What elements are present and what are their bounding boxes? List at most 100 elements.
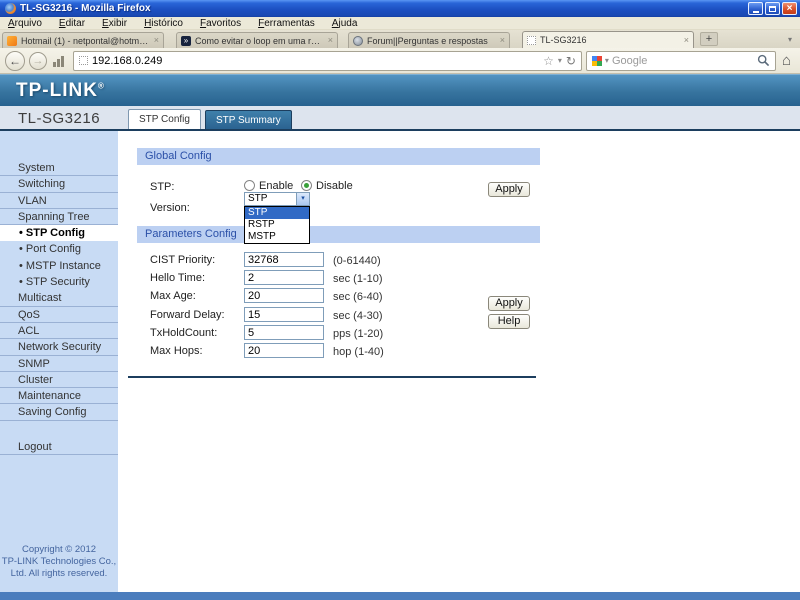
page-tabs: STP Config STP Summary (128, 109, 292, 129)
history-bars-icon[interactable] (53, 55, 67, 67)
globe-icon (353, 35, 363, 46)
forum-arrows-icon: » (181, 35, 191, 46)
url-input[interactable] (92, 54, 540, 67)
tab-title: Forum||Perguntas e respostas (367, 35, 488, 46)
blank-favicon-icon (527, 35, 536, 45)
max-age-input[interactable] (244, 288, 324, 303)
sidebar-item-cluster[interactable]: Cluster (0, 372, 118, 389)
menu-favoritos[interactable]: Favoritos (200, 18, 241, 29)
help-button[interactable]: Help (488, 314, 530, 329)
close-button[interactable]: × (782, 2, 797, 15)
url-bar[interactable]: ☆ ▾ ↻ (73, 50, 582, 71)
forward-button[interactable]: → (29, 51, 47, 70)
home-icon[interactable]: ⌂ (782, 53, 791, 68)
device-model: TL-SG3216 (18, 110, 101, 127)
restore-icon (769, 5, 776, 12)
sidebar-item-logout[interactable]: Logout (0, 439, 118, 456)
search-bar[interactable]: ▾ (585, 50, 776, 71)
sidebar-item-system[interactable]: System (0, 160, 118, 177)
version-option-rstp[interactable]: RSTP (245, 219, 309, 231)
google-search-engine-icon[interactable] (591, 55, 602, 66)
cist-priority-hint: (0-61440) (333, 255, 381, 267)
browser-tab-forum[interactable]: Forum||Perguntas e respostas × (348, 32, 510, 48)
tab-close-icon[interactable]: × (154, 36, 159, 45)
tab-stp-summary[interactable]: STP Summary (204, 110, 292, 129)
sidebar-item-saving-config[interactable]: Saving Config (0, 404, 118, 421)
tab-close-icon[interactable]: × (684, 35, 689, 45)
sidebar-item-spanning-tree[interactable]: Spanning Tree (0, 209, 118, 226)
max-hops-hint: hop (1-40) (333, 346, 384, 358)
site-favicon-placeholder-icon (79, 56, 88, 65)
hello-time-input[interactable] (244, 270, 324, 285)
tab-stp-config[interactable]: STP Config (128, 109, 201, 129)
browser-tab-hotmail[interactable]: Hotmail (1) - netpontal@hotmail.com × (2, 32, 164, 48)
forward-delay-input[interactable] (244, 307, 324, 322)
stp-label: STP: (150, 181, 175, 193)
sidebar-item-switching[interactable]: Switching (0, 176, 118, 193)
minimize-icon (752, 10, 759, 13)
txholdcount-hint: pps (1-20) (333, 328, 384, 340)
sidebar-menu: System Switching VLAN Spanning Tree STP … (0, 160, 118, 456)
navigation-toolbar: ← → ☆ ▾ ↻ ▾ ⌂ (0, 48, 800, 74)
browser-tab-active[interactable]: TL-SG3216 × (522, 31, 694, 48)
firefox-window: TL-SG3216 - Mozilla Firefox × Arquivo Ed… (0, 0, 800, 600)
sidebar-item-stp-config[interactable]: STP Config (0, 225, 118, 242)
sidebar-item-maintenance[interactable]: Maintenance (0, 388, 118, 405)
cist-priority-input[interactable] (244, 252, 324, 267)
parameters-config-header: Parameters Config (137, 226, 540, 243)
txholdcount-label: TxHoldCount: (150, 327, 218, 339)
version-option-mstp[interactable]: MSTP (245, 231, 309, 243)
version-select[interactable]: STP ▾ (244, 192, 310, 206)
tab-close-icon[interactable]: × (328, 36, 333, 45)
sidebar-item-network-security[interactable]: Network Security (0, 339, 118, 356)
list-all-tabs-icon[interactable]: ▾ (788, 35, 792, 44)
bookmark-star-icon[interactable]: ☆ (543, 55, 554, 67)
menu-ferramentas[interactable]: Ferramentas (258, 18, 315, 29)
search-input[interactable] (611, 54, 754, 67)
max-age-label: Max Age: (150, 290, 196, 302)
global-apply-button[interactable]: Apply (488, 182, 530, 197)
hello-time-label: Hello Time: (150, 272, 206, 284)
menu-exibir[interactable]: Exibir (102, 18, 127, 29)
registered-mark: ® (97, 81, 105, 91)
sidebar-item-acl[interactable]: ACL (0, 323, 118, 340)
sidebar-item-stp-security[interactable]: STP Security (0, 274, 118, 290)
bottom-bar (0, 592, 800, 600)
menu-ajuda[interactable]: Ajuda (332, 18, 358, 29)
new-tab-button[interactable]: + (700, 32, 718, 46)
sidebar-item-snmp[interactable]: SNMP (0, 356, 118, 372)
stp-enable-radio[interactable] (244, 180, 255, 191)
version-option-stp[interactable]: STP (245, 207, 309, 219)
sidebar-item-multicast[interactable]: Multicast (0, 290, 118, 307)
select-arrow-icon[interactable]: ▾ (296, 193, 309, 205)
tab-title: Como evitar o loop em uma rede cabead... (195, 35, 324, 46)
sidebar-item-vlan[interactable]: VLAN (0, 193, 118, 209)
browser-tabbar: Hotmail (1) - netpontal@hotmail.com × » … (0, 30, 800, 48)
global-config-header: Global Config (137, 148, 540, 165)
search-engine-dropdown-icon[interactable]: ▾ (605, 56, 609, 65)
sidebar-item-port-config[interactable]: Port Config (0, 241, 118, 257)
minimize-button[interactable] (748, 2, 763, 15)
copyright-footer: Copyright © 2012 TP-LINK Technologies Co… (0, 544, 118, 580)
search-magnifier-icon[interactable] (757, 54, 770, 67)
copyright-line: TP-LINK Technologies Co., (1, 556, 117, 567)
stp-disable-radio[interactable] (301, 180, 312, 191)
browser-tab-forum-topic[interactable]: » Como evitar o loop em uma rede cabead.… (176, 32, 338, 48)
menu-editar[interactable]: Editar (59, 18, 85, 29)
reload-icon[interactable]: ↻ (566, 55, 576, 67)
page-tab-strip: TL-SG3216 STP Config STP Summary (0, 106, 800, 131)
urlbar-dropdown-icon[interactable]: ▾ (558, 56, 562, 65)
tab-close-icon[interactable]: × (500, 36, 505, 45)
sidebar-item-qos[interactable]: QoS (0, 307, 118, 323)
parameters-apply-button[interactable]: Apply (488, 296, 530, 311)
menu-historico[interactable]: Histórico (144, 18, 183, 29)
sidebar-item-mstp-instance[interactable]: MSTP Instance (0, 258, 118, 274)
back-button[interactable]: ← (5, 50, 25, 71)
firefox-icon (5, 3, 16, 14)
tplink-logo: TP-LINK® (16, 79, 105, 101)
max-hops-input[interactable] (244, 343, 324, 358)
restore-button[interactable] (765, 2, 780, 15)
menu-arquivo[interactable]: Arquivo (8, 18, 42, 29)
stp-disable-label[interactable]: Disable (316, 180, 353, 193)
txholdcount-input[interactable] (244, 325, 324, 340)
